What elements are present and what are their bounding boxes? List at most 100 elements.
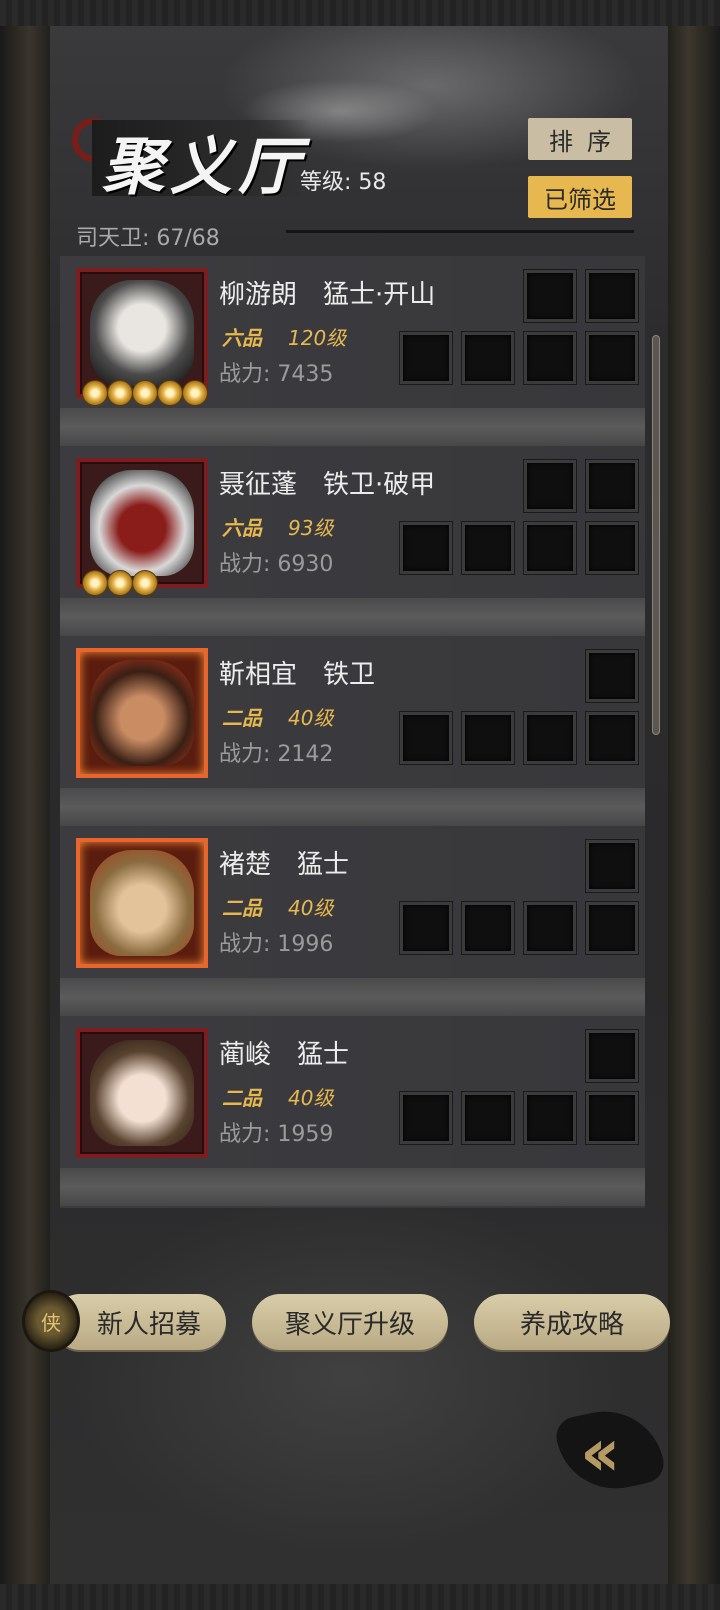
hero-rank: 二品 <box>222 896 262 920</box>
hero-card[interactable]: 聂征蓬 铁卫·破甲六品 93级战力: 6930 <box>60 446 645 598</box>
hero-card[interactable]: 褚楚 猛士二品 40级战力: 1996 <box>60 826 645 978</box>
hero-level: 93级 <box>288 516 334 540</box>
gear-slot[interactable] <box>462 1092 514 1144</box>
gear-slot[interactable] <box>524 270 576 322</box>
hero-face <box>90 1040 194 1146</box>
hero-power: 战力: 7435 <box>219 362 334 387</box>
recruit-badge-glyph: 侠 <box>41 1310 61 1335</box>
gear-slot[interactable] <box>524 460 576 512</box>
gear-slot[interactable] <box>524 522 576 574</box>
gear-slot[interactable] <box>400 902 452 954</box>
hero-name: 靳相宜 铁卫 <box>219 660 376 690</box>
gear-slot[interactable] <box>586 650 638 702</box>
hero-level: 40级 <box>288 1086 334 1110</box>
hero-portrait[interactable] <box>76 268 208 398</box>
hero-power: 战力: 1959 <box>219 1122 334 1147</box>
star-icon <box>82 570 108 596</box>
star-rating <box>82 380 208 406</box>
scrollbar[interactable] <box>652 335 660 735</box>
hero-card[interactable]: 靳相宜 铁卫二品 40级战力: 2142 <box>60 636 645 788</box>
filter-button[interactable]: 已筛选 <box>528 176 632 218</box>
card-separator <box>60 408 645 446</box>
gear-slot[interactable] <box>586 712 638 764</box>
hall-level: 等级: 58 <box>300 170 387 195</box>
recruit-badge-icon[interactable]: 侠 <box>22 1290 80 1352</box>
star-icon <box>157 380 183 406</box>
back-button[interactable]: ‹‹ <box>550 1400 670 1500</box>
hero-power: 战力: 1996 <box>219 932 334 957</box>
sort-button[interactable]: 排序 <box>528 118 632 160</box>
page-title: 聚义厅 <box>102 130 307 203</box>
gear-slot[interactable] <box>586 1030 638 1082</box>
hero-face <box>90 470 194 576</box>
gear-slot[interactable] <box>586 902 638 954</box>
hero-portrait[interactable] <box>76 648 208 778</box>
gear-slot[interactable] <box>462 712 514 764</box>
gear-slot[interactable] <box>586 332 638 384</box>
gear-slot[interactable] <box>586 460 638 512</box>
guide-button[interactable]: 养成攻略 <box>474 1294 670 1350</box>
gear-slot[interactable] <box>586 840 638 892</box>
gear-slot[interactable] <box>400 522 452 574</box>
gear-slot[interactable] <box>400 712 452 764</box>
hero-card-partial[interactable] <box>60 1206 645 1208</box>
gear-slot[interactable] <box>524 332 576 384</box>
double-chevron-left-icon: ‹‹ <box>580 1414 621 1491</box>
star-icon <box>82 380 108 406</box>
gear-slot[interactable] <box>462 332 514 384</box>
hero-name: 蔺峻 猛士 <box>219 1040 350 1070</box>
divider <box>286 230 634 233</box>
hero-portrait[interactable] <box>76 458 208 588</box>
gear-slot[interactable] <box>462 522 514 574</box>
card-separator <box>60 1168 645 1206</box>
hero-power: 战力: 2142 <box>219 742 334 767</box>
hall-upgrade-label: 聚义厅升级 <box>284 1309 415 1340</box>
hero-rank: 二品 <box>222 1086 262 1110</box>
guard-count: 司天卫: 67/68 <box>76 226 220 251</box>
recruit-button-label: 新人招募 <box>96 1309 201 1340</box>
hero-level: 120级 <box>288 326 347 350</box>
star-icon <box>132 570 158 596</box>
hero-face <box>90 660 194 766</box>
top-border <box>0 0 720 26</box>
hero-face <box>90 280 194 386</box>
hero-rank: 六品 <box>222 326 262 350</box>
hall-upgrade-button[interactable]: 聚义厅升级 <box>252 1294 448 1350</box>
hero-portrait[interactable] <box>76 838 208 968</box>
gear-slot[interactable] <box>400 332 452 384</box>
hero-name: 柳游朗 猛士·开山 <box>219 280 436 310</box>
card-separator <box>60 788 645 826</box>
back-brush <box>552 1400 668 1500</box>
hero-rank: 二品 <box>222 706 262 730</box>
star-icon <box>107 570 133 596</box>
hero-level: 40级 <box>288 706 334 730</box>
star-icon <box>132 380 158 406</box>
guide-label: 养成攻略 <box>519 1309 624 1340</box>
hero-face <box>90 850 194 956</box>
hero-card[interactable]: 柳游朗 猛士·开山六品 120级战力: 7435 <box>60 256 645 408</box>
star-icon <box>107 380 133 406</box>
hero-portrait[interactable] <box>76 1028 208 1158</box>
hero-list[interactable]: 柳游朗 猛士·开山 六品 120级 战力: 7435 聂征蓬 铁卫·破甲 六品 93级 战力:… <box>60 250 645 1208</box>
right-frame <box>668 26 720 1584</box>
gear-slot[interactable] <box>462 902 514 954</box>
hero-name: 褚楚 猛士 <box>219 850 350 880</box>
gear-slot[interactable] <box>524 1092 576 1144</box>
bottom-border <box>0 1584 720 1610</box>
gear-slot[interactable] <box>400 1092 452 1144</box>
hall-title-area: 聚义厅 等级: 58 <box>72 112 432 203</box>
hero-rank: 六品 <box>222 516 262 540</box>
star-rating <box>82 570 158 596</box>
card-separator <box>60 978 645 1016</box>
hero-level: 40级 <box>288 896 334 920</box>
gear-slot[interactable] <box>524 902 576 954</box>
star-icon <box>182 380 208 406</box>
hero-power: 战力: 6930 <box>219 552 334 577</box>
card-separator <box>60 598 645 636</box>
hero-card[interactable]: 蔺峻 猛士二品 40级战力: 1959 <box>60 1016 645 1168</box>
hero-name: 聂征蓬 铁卫·破甲 <box>219 470 436 500</box>
gear-slot[interactable] <box>586 270 638 322</box>
gear-slot[interactable] <box>524 712 576 764</box>
gear-slot[interactable] <box>586 522 638 574</box>
gear-slot[interactable] <box>586 1092 638 1144</box>
